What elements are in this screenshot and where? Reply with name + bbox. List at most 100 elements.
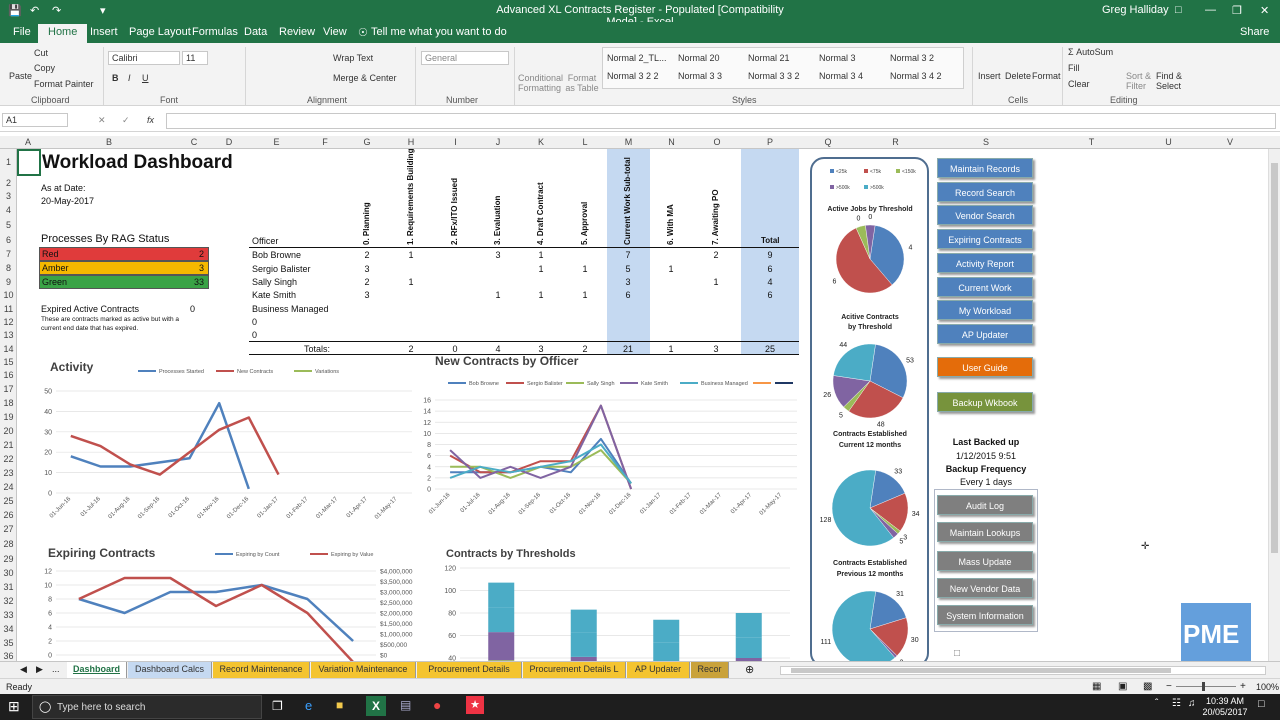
row-header[interactable]: 8	[0, 263, 17, 273]
format-painter-button[interactable]: Format Painter	[34, 79, 94, 89]
column-header[interactable]: P	[741, 137, 799, 147]
column-header[interactable]: Q	[799, 137, 857, 147]
column-header[interactable]: M	[607, 137, 650, 147]
windows-start-icon[interactable]: ⊞	[8, 698, 20, 715]
column-header[interactable]: J	[477, 137, 519, 147]
page-layout-view-icon[interactable]: ▣	[1118, 681, 1127, 692]
row-header[interactable]: 2	[0, 178, 17, 188]
taskbar-search-box[interactable]: ◯ Type here to search	[32, 695, 262, 719]
sheet-tab-dashboard[interactable]: Dashboard	[67, 662, 127, 678]
row-header[interactable]: 25	[0, 496, 17, 506]
italic-icon[interactable]: I	[128, 73, 131, 83]
copy-button[interactable]: Copy	[34, 63, 55, 73]
row-header[interactable]: 17	[0, 384, 17, 394]
taskbar-time[interactable]: 10:39 AM	[1203, 696, 1247, 706]
font-name-select[interactable]: Calibri	[108, 51, 180, 65]
row-header[interactable]: 13	[0, 330, 17, 340]
row-header[interactable]: 27	[0, 524, 17, 534]
bold-icon[interactable]: B	[112, 73, 119, 83]
backup-workbook-button[interactable]: Backup Wkbook	[937, 392, 1033, 412]
file-explorer-icon[interactable]: ■	[336, 698, 343, 712]
sheet-tab-record-maintenance[interactable]: Record Maintenance	[213, 662, 310, 678]
sheet-tab-variation-maintenance[interactable]: Variation Maintenance	[311, 662, 416, 678]
row-header[interactable]: 14	[0, 344, 17, 354]
vertical-scrollbar[interactable]	[1268, 149, 1280, 661]
horizontal-scroll-thumb[interactable]	[791, 668, 1171, 673]
row-header[interactable]: 23	[0, 468, 17, 478]
expiring-contracts-button[interactable]: Expiring Contracts	[937, 229, 1033, 249]
tab-review[interactable]: Review	[279, 26, 315, 38]
sheet-tab-dashboard-calcs[interactable]: Dashboard Calcs	[128, 662, 212, 678]
cut-button[interactable]: Cut	[34, 48, 48, 58]
row-header[interactable]: 9	[0, 277, 17, 287]
style-normal-3-3[interactable]: Normal 3 3	[675, 69, 725, 83]
new-vendor-data-button[interactable]: New Vendor Data	[937, 578, 1033, 598]
prev-sheet-icon[interactable]: ◀	[20, 664, 27, 675]
column-header[interactable]: K	[519, 137, 563, 147]
formula-input[interactable]	[166, 113, 1276, 129]
bar-segment[interactable]	[570, 609, 597, 633]
cancel-icon[interactable]: ✕	[98, 115, 106, 126]
clear-button[interactable]: Clear	[1068, 79, 1090, 89]
zoom-level[interactable]: 100%	[1256, 682, 1279, 692]
system-information-button[interactable]: System Information	[937, 605, 1033, 625]
row-header[interactable]: 36	[0, 651, 17, 661]
format-cells-button[interactable]: Format	[1032, 71, 1061, 81]
column-header[interactable]: U	[1145, 137, 1192, 147]
selected-cell-a1[interactable]	[17, 149, 41, 176]
row-header[interactable]: 22	[0, 454, 17, 464]
row-header[interactable]: 4	[0, 205, 17, 215]
column-header[interactable]: D	[209, 137, 249, 147]
next-sheet-icon[interactable]: ▶	[36, 664, 43, 675]
style-normal-3-3-2[interactable]: Normal 3 3 2	[745, 69, 803, 83]
maintain-records-button[interactable]: Maintain Records	[937, 158, 1033, 178]
ribbon-display-icon[interactable]: □	[1175, 4, 1182, 16]
volume-icon[interactable]: ♫	[1188, 698, 1196, 709]
bar-segment[interactable]	[735, 637, 762, 658]
row-header[interactable]: 19	[0, 412, 17, 422]
page-break-view-icon[interactable]: ▩	[1143, 681, 1152, 692]
tab-home[interactable]: Home	[38, 24, 88, 43]
format-as-table-button[interactable]: Format as Table	[564, 73, 600, 93]
row-header[interactable]: 31	[0, 582, 17, 592]
column-header[interactable]: B	[39, 137, 179, 147]
column-header[interactable]: E	[249, 137, 304, 147]
bar-segment[interactable]	[570, 632, 597, 657]
tab-page-layout[interactable]: Page Layout	[129, 26, 191, 38]
maintain-lookups-button[interactable]: Maintain Lookups	[937, 522, 1033, 542]
horizontal-scrollbar[interactable]	[780, 666, 1266, 675]
column-header[interactable]: F	[304, 137, 346, 147]
tab-data[interactable]: Data	[244, 26, 267, 38]
bar-segment[interactable]	[488, 607, 515, 633]
row-header[interactable]: 26	[0, 510, 17, 520]
zoom-in-icon[interactable]: +	[1240, 681, 1246, 692]
row-header[interactable]: 24	[0, 482, 17, 492]
mass-update-button[interactable]: Mass Update	[937, 551, 1033, 571]
column-header[interactable]: R	[857, 137, 934, 147]
notepad-icon[interactable]: ▤	[400, 698, 411, 712]
current-work-button[interactable]: Current Work	[937, 277, 1033, 297]
app-icon[interactable]: ★	[466, 696, 484, 714]
underline-icon[interactable]: U	[142, 73, 149, 83]
undo-icon[interactable]: ↶	[30, 4, 39, 17]
find-select-button[interactable]: Find & Select	[1156, 71, 1186, 91]
insert-cells-button[interactable]: Insert	[978, 71, 1001, 81]
edge-icon[interactable]: e	[305, 698, 312, 713]
save-icon[interactable]: 💾	[8, 4, 22, 17]
tab-view[interactable]: View	[323, 26, 347, 38]
redo-icon[interactable]: ↷	[52, 4, 61, 17]
more-sheets-icon[interactable]: ...	[52, 664, 60, 674]
contracts-by-thresholds-chart[interactable]: Contracts by Thresholds020406080100120	[430, 543, 805, 661]
row-header[interactable]: 12	[0, 317, 17, 327]
row-header[interactable]: 6	[0, 235, 17, 245]
row-header[interactable]: 16	[0, 370, 17, 380]
expiring-contracts-chart[interactable]: Expiring Contracts Expiring by Count Expir…	[30, 543, 430, 661]
record-search-button[interactable]: Record Search	[937, 182, 1033, 202]
excel-taskbar-icon[interactable]: X	[366, 696, 386, 716]
audit-log-button[interactable]: Audit Log	[937, 495, 1033, 515]
quick-access-icon[interactable]: ▾	[100, 4, 106, 17]
row-header[interactable]: 21	[0, 440, 17, 450]
enter-icon[interactable]: ✓	[122, 115, 130, 126]
style-normal-3-4-2[interactable]: Normal 3 4 2	[887, 69, 945, 83]
style-normal-3-2-2[interactable]: Normal 3 2 2	[604, 69, 662, 83]
